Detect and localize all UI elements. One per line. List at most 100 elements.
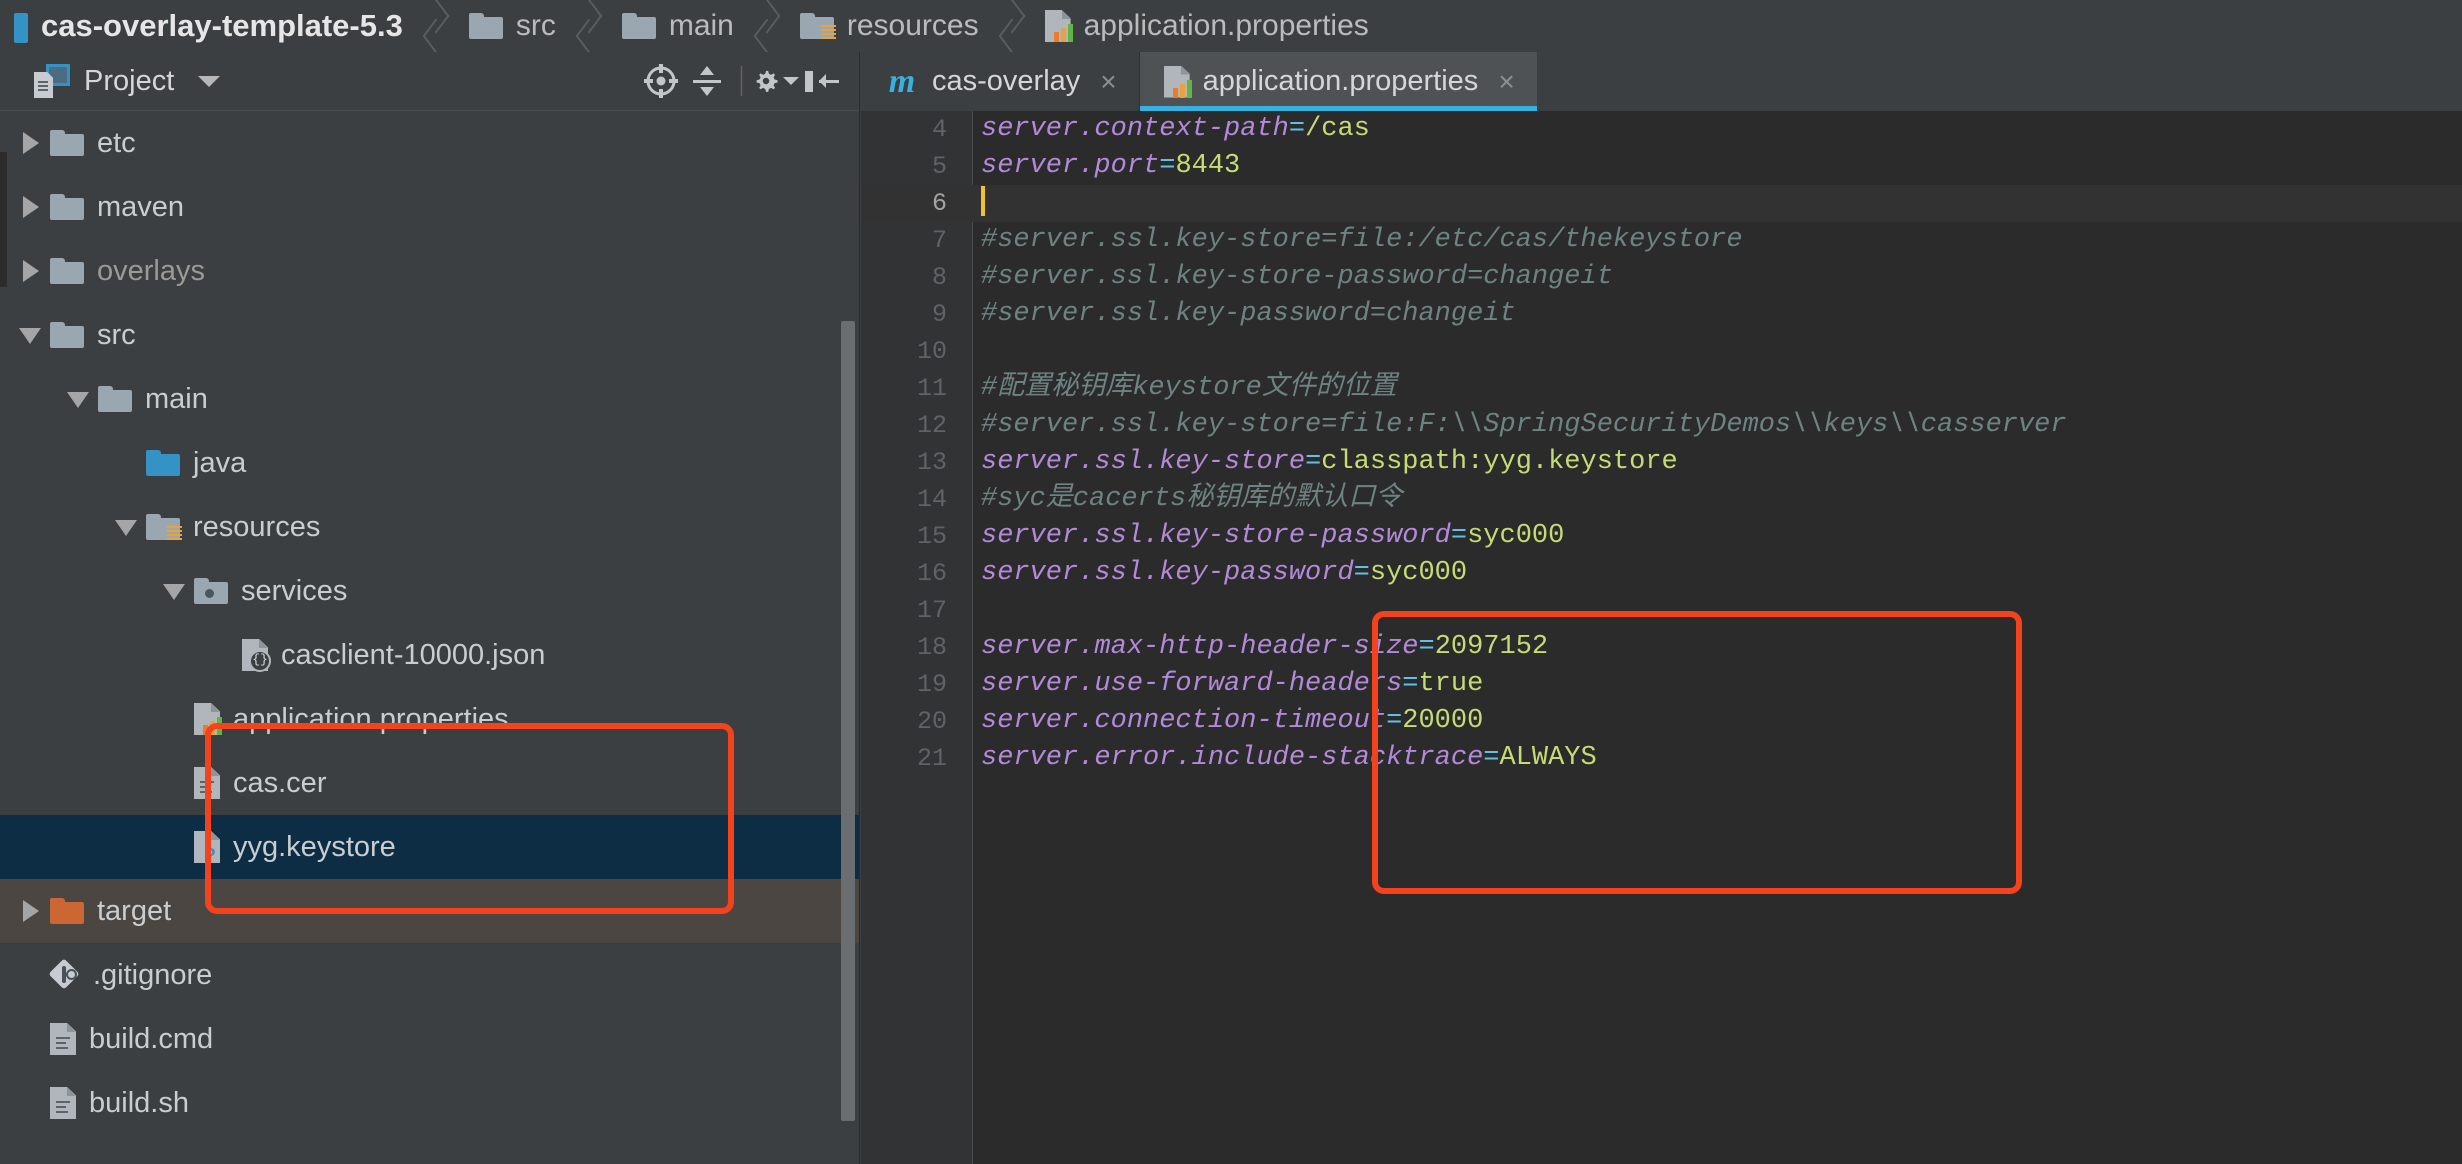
tree-node-cas-cer[interactable]: cas.cer xyxy=(0,751,859,815)
file-icon xyxy=(50,1087,76,1119)
maven-module-icon: m xyxy=(885,66,919,98)
tree-node-label: build.cmd xyxy=(89,1025,213,1054)
sidebar-scrollbar-thumb[interactable] xyxy=(841,321,855,1121)
editor-area: mcas-overlay×application.properties× 4se… xyxy=(861,52,2462,1164)
code-line[interactable]: 4server.context-path=/cas xyxy=(861,111,2462,148)
tree-node-yyg-keystore[interactable]: ?yyg.keystore xyxy=(0,815,859,879)
locate-icon[interactable] xyxy=(638,58,684,104)
tree-node-application-properties[interactable]: application.properties xyxy=(0,687,859,751)
chevron-down-icon[interactable] xyxy=(14,303,50,367)
code-token-v: ALWAYS xyxy=(1500,743,1597,773)
code-line-text: server.port=8443 xyxy=(981,148,1240,185)
tree-node-main[interactable]: main xyxy=(0,367,859,431)
code-token-k: server.port xyxy=(981,151,1159,181)
project-tree[interactable]: etc maven overlayssrcmainjavaresourcesserv… xyxy=(0,111,859,1164)
breadcrumb-item-main[interactable]: main xyxy=(608,0,752,52)
code-token-cm: #server.ssl.key-store-password=changeit xyxy=(981,262,1613,292)
line-number: 5 xyxy=(861,148,947,185)
editor-tab-label: cas-overlay xyxy=(932,67,1080,96)
breadcrumb-item-resources[interactable]: resources xyxy=(786,0,997,52)
tree-node-label: casclient-10000.json xyxy=(281,641,545,670)
code-line[interactable]: 16server.ssl.key-password=syc000 xyxy=(861,555,2462,592)
code-line-text: server.use-forward-headers=true xyxy=(981,666,1483,703)
project-panel: Project xyxy=(0,52,860,1164)
ide-window: cas-overlay-template-5.3srcmainresources… xyxy=(0,0,2462,1164)
tree-node-overlays[interactable]: overlays xyxy=(0,239,859,303)
tree-node-src[interactable]: src xyxy=(0,303,859,367)
chevron-right-icon[interactable] xyxy=(14,175,50,239)
gear-icon[interactable] xyxy=(753,58,799,104)
folder-icon xyxy=(50,322,84,348)
hide-panel-icon[interactable] xyxy=(799,58,845,104)
tree-node-target[interactable]: target xyxy=(0,879,859,943)
chevron-down-icon[interactable] xyxy=(198,76,220,87)
editor-tab-cas-overlay[interactable]: m cas-overlay × xyxy=(861,52,1139,111)
code-line[interactable]: 11#配置秘钥库keystore文件的位置 xyxy=(861,370,2462,407)
code-line[interactable]: 12#server.ssl.key-store=file:F:\\SpringS… xyxy=(861,407,2462,444)
code-editor[interactable]: 4server.context-path=/cas5server.port=84… xyxy=(861,111,2462,1164)
code-line[interactable]: 6 xyxy=(861,185,2462,222)
code-line[interactable]: 15 server.ssl.key-store-password=syc000 xyxy=(861,518,2462,555)
tree-node--gitignore[interactable]: .gitignore xyxy=(0,943,859,1007)
code-line[interactable]: 5 server.port=8443 xyxy=(861,148,2462,185)
tree-node-label: maven xyxy=(97,193,184,222)
tree-node-java[interactable]: java xyxy=(0,431,859,495)
code-lines[interactable]: 4server.context-path=/cas5server.port=84… xyxy=(861,111,2462,777)
sidebar-scrollbar[interactable] xyxy=(840,111,858,1164)
folder-icon xyxy=(469,13,503,39)
editor-tab-application-properties[interactable]: application.properties× xyxy=(1140,52,1537,111)
code-line[interactable]: 19server.use-forward-headers=true xyxy=(861,666,2462,703)
code-line[interactable]: 10 xyxy=(861,333,2462,370)
code-token-cm: #server.ssl.key-store=file:F:\\SpringSec… xyxy=(981,410,2067,440)
code-line[interactable]: 18 server.max-http-header-size=2097152 xyxy=(861,629,2462,666)
breadcrumb-item-label: cas-overlay-template-5.3 xyxy=(41,11,403,41)
code-token-eq: = xyxy=(1418,632,1434,662)
code-token-eq: = xyxy=(1483,743,1499,773)
code-line-text: #syc是cacerts秘钥库的默认口令 xyxy=(981,481,1402,518)
collapse-all-icon[interactable] xyxy=(684,58,730,104)
tree-node-build-cmd[interactable]: build.cmd xyxy=(0,1007,859,1071)
code-line[interactable]: 13server.ssl.key-store=classpath:yyg.key… xyxy=(861,444,2462,481)
code-line-text: server.ssl.key-password=syc000 xyxy=(981,555,1467,592)
chevron-right-icon[interactable] xyxy=(14,879,50,943)
breadcrumb-item-src[interactable]: src xyxy=(455,0,574,52)
code-line-text: server.error.include-stacktrace=ALWAYS xyxy=(981,740,1597,777)
line-number: 18 xyxy=(861,629,947,666)
breadcrumb-item-label: application.properties xyxy=(1084,11,1369,41)
code-line[interactable]: 20server.connection-timeout=20000 xyxy=(861,703,2462,740)
chevron-down-icon[interactable] xyxy=(158,559,194,623)
code-line-text: #server.ssl.key-store=file:F:\\SpringSec… xyxy=(981,407,2067,444)
close-icon[interactable]: × xyxy=(1498,68,1514,96)
code-token-v: 2097152 xyxy=(1435,632,1548,662)
code-line-text: server.max-http-header-size=2097152 xyxy=(981,629,1548,666)
code-line[interactable]: 9#server.ssl.key-password=changeit xyxy=(861,296,2462,333)
tree-node-build-sh[interactable]: build.sh xyxy=(0,1071,859,1135)
code-token-v: 8443 xyxy=(1175,151,1240,181)
tree-node-services[interactable]: services xyxy=(0,559,859,623)
breadcrumb-item-label: src xyxy=(516,11,556,41)
code-token-v: true xyxy=(1418,669,1483,699)
code-line[interactable]: 7#server.ssl.key-store=file:/etc/cas/the… xyxy=(861,222,2462,259)
module-icon xyxy=(14,13,28,39)
tree-node-maven[interactable]: maven xyxy=(0,175,859,239)
tree-node-etc[interactable]: etc xyxy=(0,111,859,175)
code-line-text: server.ssl.key-store-password=syc000 xyxy=(981,518,1564,555)
code-line[interactable]: 17 xyxy=(861,592,2462,629)
code-line[interactable]: 21server.error.include-stacktrace=ALWAYS xyxy=(861,740,2462,777)
chevron-right-icon[interactable] xyxy=(14,239,50,303)
breadcrumb-item-cas-overlay-template-5-3[interactable]: cas-overlay-template-5.3 xyxy=(0,0,421,52)
tree-node-resources[interactable]: resources xyxy=(0,495,859,559)
chevron-down-icon[interactable] xyxy=(110,495,146,559)
code-line[interactable]: 8#server.ssl.key-store-password=changeit xyxy=(861,259,2462,296)
chevron-right-icon[interactable] xyxy=(14,111,50,175)
tree-node-casclient-10000-json[interactable]: {}casclient-10000.json xyxy=(0,623,859,687)
code-token-k: server.error.include-stacktrace xyxy=(981,743,1483,773)
git-file-icon xyxy=(50,960,80,990)
code-token-eq: = xyxy=(1451,521,1467,551)
line-number: 7 xyxy=(861,222,947,259)
breadcrumb-item-application-properties[interactable]: application.properties xyxy=(1031,0,1387,52)
code-line[interactable]: 14#syc是cacerts秘钥库的默认口令 xyxy=(861,481,2462,518)
chevron-down-icon[interactable] xyxy=(62,367,98,431)
line-number: 15 xyxy=(861,518,947,555)
close-icon[interactable]: × xyxy=(1100,68,1116,96)
